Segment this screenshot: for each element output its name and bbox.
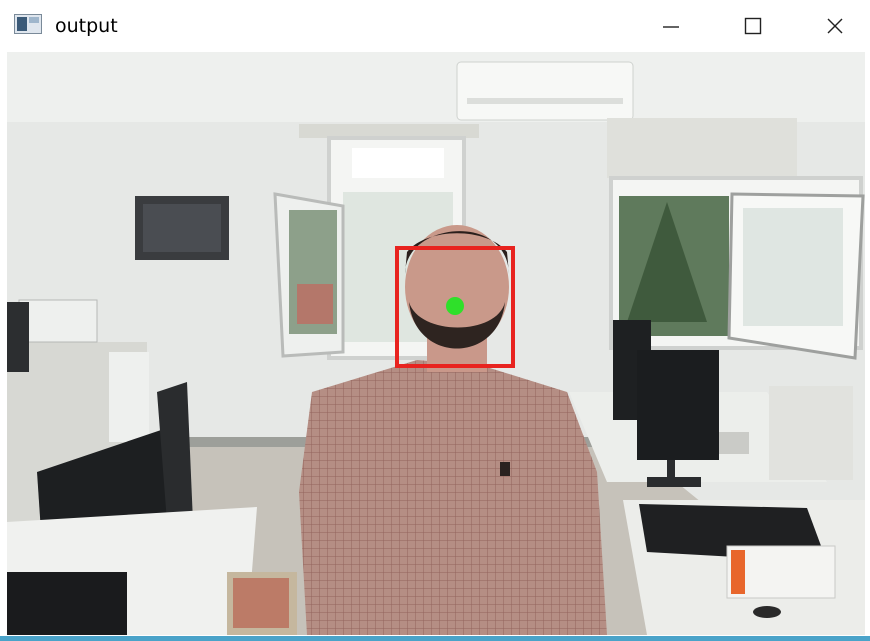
air-conditioner	[456, 61, 634, 121]
maximize-icon	[744, 17, 762, 35]
close-button[interactable]	[800, 0, 870, 52]
minimize-icon	[663, 26, 679, 28]
title-bar[interactable]: output	[0, 0, 870, 52]
right-monitor	[637, 350, 719, 460]
output-window: output	[0, 0, 870, 641]
webcam-frame	[7, 52, 865, 635]
microwave	[18, 299, 98, 343]
window-bottom-border	[0, 636, 870, 641]
face-landmark-dot	[446, 297, 464, 315]
minimize-button[interactable]	[636, 0, 706, 52]
maximize-button[interactable]	[718, 0, 788, 52]
camera-image	[7, 52, 865, 635]
window-icon	[14, 14, 42, 34]
close-icon	[827, 18, 843, 34]
window-title: output	[55, 15, 118, 37]
